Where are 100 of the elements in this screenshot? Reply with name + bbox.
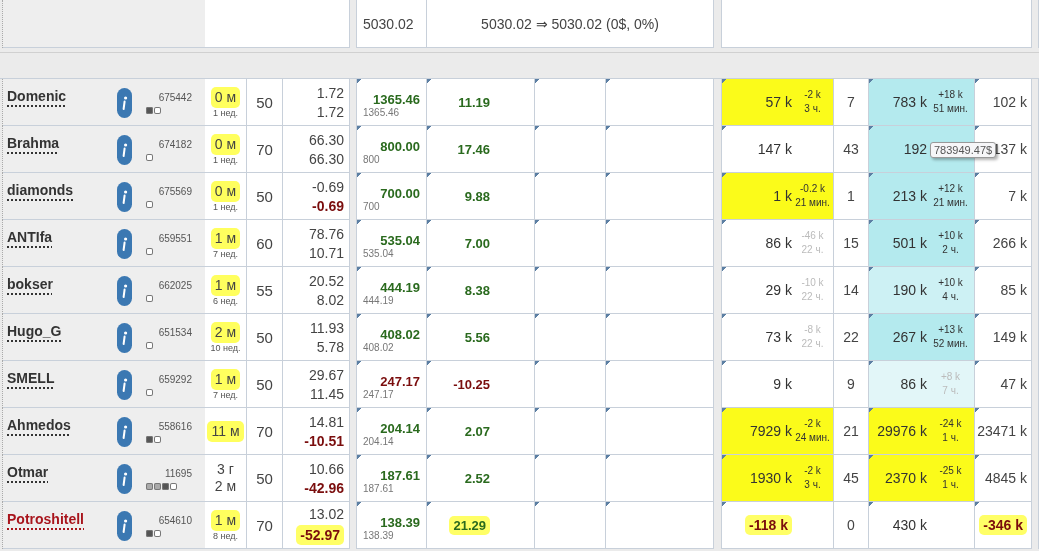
time-ago: 51 мин.: [933, 102, 968, 116]
change-value: 21.29: [449, 515, 490, 535]
info-icon[interactable]: [117, 323, 132, 353]
count-cell: 45: [834, 455, 869, 502]
time-ago: 2 ч.: [942, 243, 959, 257]
info-icon[interactable]: [117, 464, 132, 494]
count-cell: 1: [834, 173, 869, 220]
player-id: 654610: [158, 515, 192, 526]
time-ago: 22 ч.: [801, 243, 824, 257]
age-weeks: 1 нед.: [212, 154, 238, 165]
player-id: 659292: [158, 374, 192, 385]
value-text: -52.97: [296, 524, 344, 545]
amount-value: 1930 k: [749, 470, 792, 486]
info-icon[interactable]: [117, 88, 132, 118]
amount-value: 190 k: [892, 282, 927, 298]
value-text: 1.72: [316, 103, 344, 120]
player-name-link[interactable]: ANTIfa: [7, 229, 53, 245]
amount-delta: +12 k: [938, 182, 963, 196]
value-text: -0.69: [312, 197, 344, 214]
balance-subvalue: 138.39: [363, 530, 395, 541]
total-value: 5030.02: [357, 0, 427, 48]
amount-value: 7 k: [1008, 188, 1027, 204]
amount-value: 147 k: [757, 141, 792, 157]
count-cell: 43: [834, 126, 869, 173]
count-cell: 14: [834, 267, 869, 314]
count-cell: 0: [834, 502, 869, 549]
balance-value: 535.04: [379, 233, 420, 248]
info-icon[interactable]: [117, 417, 132, 447]
value-text: 8.02: [316, 291, 344, 308]
amount-value: 192: [903, 141, 927, 157]
info-icon[interactable]: [117, 135, 132, 165]
amount-delta: -24 k: [939, 417, 962, 431]
player-id: 675569: [158, 186, 192, 197]
player-name-link[interactable]: Domenic: [7, 88, 67, 104]
value-text: -0.69: [312, 178, 344, 195]
amount-delta: +13 k: [938, 323, 963, 337]
amount-value: 266 k: [992, 235, 1027, 251]
player-name-link[interactable]: SMELL: [7, 370, 55, 386]
level-cell: 70: [247, 126, 283, 173]
amount-delta: +18 k: [938, 88, 963, 102]
level-cell: 50: [247, 173, 283, 220]
amount-value: 102 k: [992, 94, 1027, 110]
tooltip: 783949.47$: [930, 142, 997, 158]
level-cell: 50: [247, 314, 283, 361]
time-ago: 3 ч.: [804, 478, 821, 492]
value-text: 10.66: [308, 460, 344, 477]
amount-value: -346 k: [979, 515, 1027, 535]
age-value: 1 м: [210, 274, 241, 296]
time-ago: 22 ч.: [801, 290, 824, 304]
player-name-link[interactable]: Otmar: [7, 464, 49, 480]
level-cell: 70: [247, 408, 283, 455]
balance-subvalue: 204.14: [363, 436, 395, 447]
amount-delta: -8 k: [804, 323, 821, 337]
value-text: 11.93: [310, 319, 344, 336]
change-value: -10.25: [453, 376, 490, 392]
amount-value: -118 k: [745, 515, 792, 535]
amount-value: 501 k: [892, 235, 927, 251]
info-icon[interactable]: [117, 276, 132, 306]
age-weeks: 1 нед.: [212, 107, 238, 118]
level-cell: 60: [247, 220, 283, 267]
level-cell: 50: [247, 79, 283, 126]
amount-delta: +10 k: [938, 276, 963, 290]
player-id: 674182: [158, 139, 192, 150]
count-cell: 22: [834, 314, 869, 361]
player-name-link[interactable]: Hugo_G: [7, 323, 62, 339]
balance-subvalue: 1365.46: [363, 107, 401, 118]
count-cell: 15: [834, 220, 869, 267]
value-text: 20.52: [308, 272, 344, 289]
player-name-link[interactable]: Ahmedos: [7, 417, 71, 433]
info-icon[interactable]: [117, 370, 132, 400]
amount-value: 783 k: [892, 94, 927, 110]
player-id: 675442: [158, 92, 192, 103]
change-value: 5.56: [464, 329, 490, 345]
balance-subvalue: 187.61: [363, 483, 395, 494]
info-icon[interactable]: [117, 511, 132, 541]
info-icon[interactable]: [117, 229, 132, 259]
age-weeks: 8 нед.: [212, 530, 238, 541]
age-value: 0 м: [210, 180, 241, 202]
time-ago: 52 мин.: [933, 337, 968, 351]
balance-subvalue: 800: [363, 154, 381, 165]
value-text: -10.51: [304, 432, 344, 449]
player-name-link[interactable]: diamonds: [7, 182, 74, 198]
balance-value: 700.00: [379, 186, 420, 201]
balance-value: 800.00: [379, 139, 420, 154]
value-text: 78.76: [308, 225, 344, 242]
count-cell: 9: [834, 361, 869, 408]
player-name-link[interactable]: Brahma: [7, 135, 60, 151]
value-text: -42.96: [304, 479, 344, 496]
info-icon[interactable]: [117, 182, 132, 212]
amount-delta: -46 k: [801, 229, 824, 243]
player-name-link[interactable]: Potroshitell: [7, 511, 84, 527]
player-id: 651534: [158, 327, 192, 338]
change-value: 2.52: [464, 470, 490, 486]
player-name-link[interactable]: bokser: [7, 276, 53, 292]
amount-delta: -2 k: [804, 417, 821, 431]
age-value: 0 м: [210, 133, 241, 155]
balance-subvalue: 444.19: [363, 295, 395, 306]
age-value: 3 г 2 м: [213, 460, 238, 496]
count-cell: 21: [834, 408, 869, 455]
amount-value: 430 k: [892, 517, 927, 533]
